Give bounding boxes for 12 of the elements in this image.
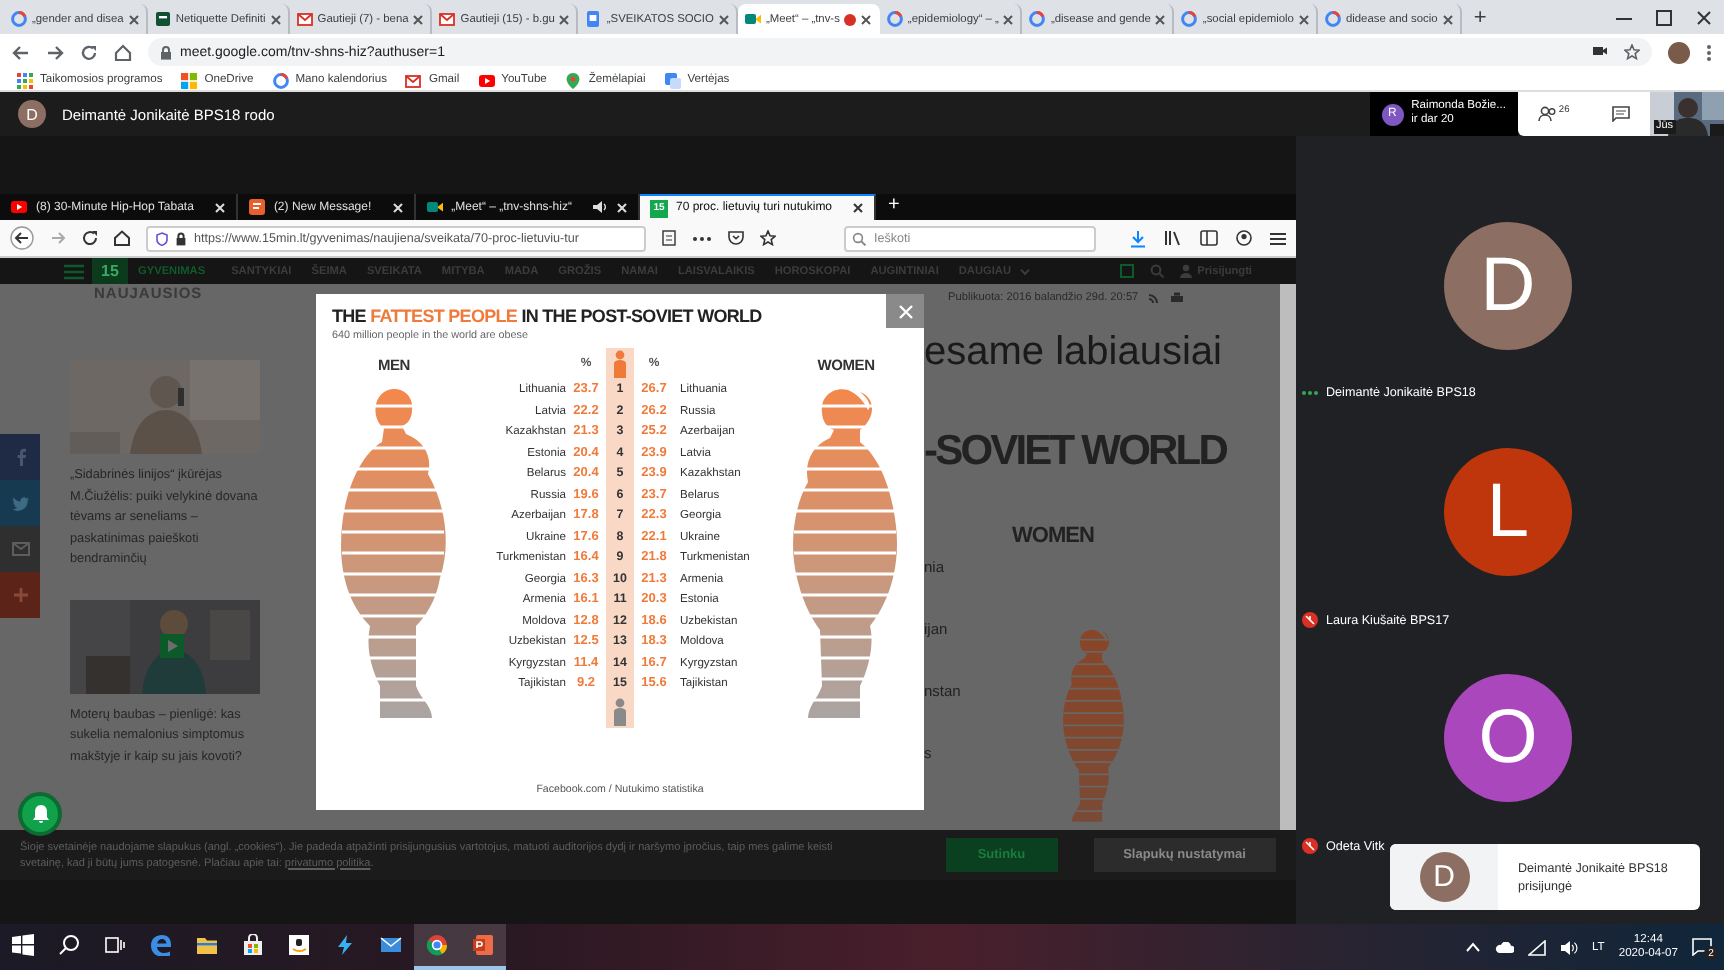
headline: esame labiausiai — [924, 328, 1224, 376]
avatar: D — [1419, 852, 1469, 902]
avatar: D — [18, 100, 46, 128]
avatar: O — [1444, 674, 1572, 802]
avatar: D — [1444, 222, 1572, 350]
infographic-title: THE FATTEST PEOPLE IN THE POST-SOVIET WORLD — [332, 304, 764, 328]
women-label: WOMEN — [1012, 524, 1096, 548]
new-tab-button[interactable]: + — [1461, 4, 1499, 34]
avatar: L — [1444, 448, 1572, 576]
infographic-title: -SOVIET WORLD — [924, 428, 1229, 476]
site-logo[interactable]: 15 — [92, 258, 128, 284]
new-tab-button[interactable]: + — [876, 194, 912, 220]
